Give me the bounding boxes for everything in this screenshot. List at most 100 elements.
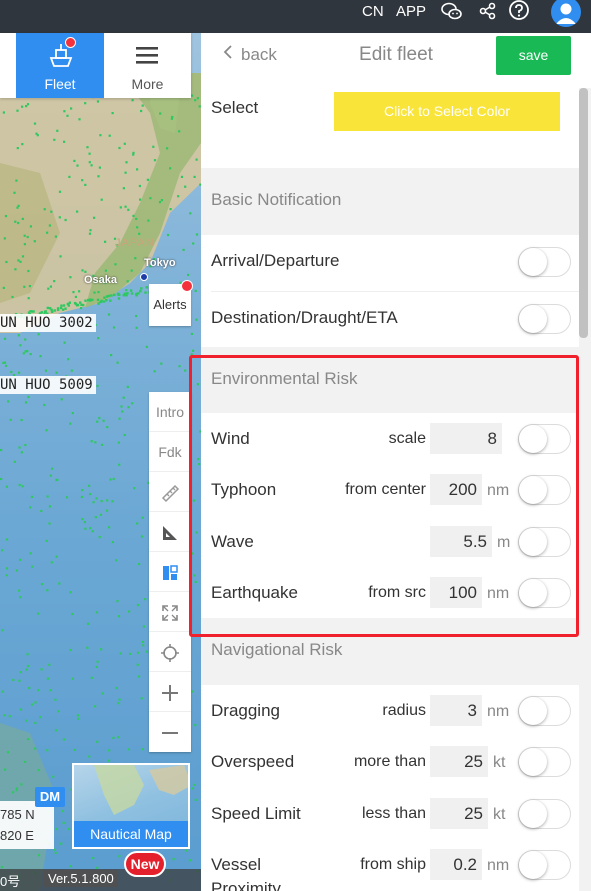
vessel-dot <box>124 205 127 208</box>
overspeed-toggle[interactable] <box>518 747 571 777</box>
vessel-dot <box>16 147 19 150</box>
vessel-dot <box>26 103 30 106</box>
vessel-dot <box>87 298 90 302</box>
vessel-dot <box>68 175 71 178</box>
speed-limit-unit: kt <box>493 806 506 823</box>
feedback-button[interactable]: Fdk <box>149 432 191 472</box>
vessel-dot <box>33 240 36 243</box>
vessel-dot <box>26 653 29 656</box>
vessel-dot <box>194 798 197 801</box>
tab-fleet[interactable]: Fleet <box>16 33 104 98</box>
vessel-dot <box>77 717 80 720</box>
app-link[interactable]: APP <box>396 3 426 20</box>
vessel-dot <box>5 574 8 577</box>
vessel-dot <box>141 104 144 107</box>
vessel-dot <box>40 509 43 513</box>
vessel-dot <box>96 740 99 743</box>
locate-button[interactable] <box>149 632 191 672</box>
vessel-dot <box>178 130 181 133</box>
vessel-dot <box>46 677 49 680</box>
vessel-dot <box>117 297 121 300</box>
vessel-dot <box>17 334 20 337</box>
vessel-dot <box>26 664 30 668</box>
vessel-dot <box>136 226 139 229</box>
intro-button[interactable]: Intro <box>149 392 191 432</box>
dragging-toggle[interactable] <box>518 696 571 726</box>
vessel-dot <box>60 304 63 307</box>
vessel-dot <box>81 269 84 272</box>
dragging-value-input[interactable]: 3 <box>430 695 482 726</box>
vessel-dot <box>82 303 85 307</box>
vessel-dot <box>109 299 112 302</box>
vessel-dot <box>26 350 29 353</box>
vessel-dot <box>37 333 40 336</box>
vessel-proximity-value-input[interactable]: 0.2 <box>430 849 482 880</box>
vessel-dot <box>100 500 103 503</box>
top-bar: CN APP <box>0 0 591 33</box>
vessel-dot <box>61 810 64 813</box>
vessel-proximity-toggle[interactable] <box>518 850 571 880</box>
save-button[interactable]: save <box>496 36 571 75</box>
overspeed-value-input[interactable]: 25 <box>430 746 488 777</box>
vessel-dot <box>193 783 196 786</box>
ship-label[interactable]: UN HUO 5009 <box>0 376 96 394</box>
zoom-in-button[interactable] <box>149 672 191 712</box>
vessel-dot <box>153 370 156 373</box>
vessel-dot <box>88 755 91 758</box>
vessel-dot <box>11 295 14 299</box>
ship-label[interactable]: UN HUO 3002 <box>0 314 96 332</box>
vessel-dot <box>140 535 144 538</box>
speed-limit-value-input[interactable]: 25 <box>430 798 488 829</box>
share-icon[interactable] <box>476 0 500 24</box>
vessel-dot <box>19 558 22 561</box>
vessel-dot <box>6 751 9 754</box>
ruler-button[interactable] <box>149 472 191 512</box>
vessel-dot <box>43 208 46 211</box>
vessel-dot <box>89 527 92 530</box>
vessel-dot <box>46 589 49 592</box>
language-cn-link[interactable]: CN <box>362 3 384 20</box>
vessel-dot <box>118 463 121 466</box>
vessel-dot <box>117 615 121 618</box>
vessel-marker[interactable] <box>140 273 148 281</box>
layers-button[interactable] <box>149 552 191 592</box>
vessel-dot <box>166 147 169 150</box>
vessel-dot <box>107 313 111 316</box>
arrival-departure-toggle[interactable] <box>518 247 571 277</box>
vessel-dot <box>47 287 50 290</box>
vessel-dot <box>26 738 30 741</box>
panel-scrollbar[interactable] <box>579 88 588 338</box>
vessel-dot <box>195 318 198 321</box>
fullscreen-button[interactable] <box>149 592 191 632</box>
speed-limit-toggle[interactable] <box>518 799 571 829</box>
vessel-dot <box>15 179 18 182</box>
tab-more[interactable]: More <box>104 33 191 98</box>
wechat-icon[interactable] <box>440 0 464 24</box>
zoom-out-button[interactable] <box>149 712 191 752</box>
vessel-dot <box>32 310 35 313</box>
vessel-dot <box>92 501 95 504</box>
alerts-button[interactable]: Alerts <box>149 280 193 326</box>
vessel-dot <box>139 290 142 293</box>
vessel-dot <box>184 185 187 188</box>
nautical-map-button[interactable]: Nautical Map <box>72 763 190 849</box>
select-color-button[interactable]: Click to Select Color <box>334 92 560 131</box>
vessel-dot <box>2 111 5 114</box>
vessel-dot <box>83 521 86 524</box>
vessel-dot <box>159 112 162 115</box>
vessel-dot <box>160 199 163 202</box>
vessel-dot <box>14 220 17 223</box>
vessel-dot <box>196 97 199 100</box>
vessel-dot <box>137 675 141 678</box>
destination-draught-eta-toggle[interactable] <box>518 304 571 334</box>
dm-toggle[interactable]: DM <box>35 787 65 807</box>
new-badge[interactable]: New <box>124 851 166 877</box>
vessel-dot <box>17 259 20 262</box>
speed-limit-qualifier: less than <box>361 805 426 822</box>
vessel-dot <box>19 671 22 674</box>
user-avatar-icon[interactable] <box>551 0 581 27</box>
area-measure-button[interactable] <box>149 512 191 552</box>
vessel-dot <box>170 117 173 120</box>
help-icon[interactable] <box>507 0 531 24</box>
vessel-dot <box>105 299 108 302</box>
